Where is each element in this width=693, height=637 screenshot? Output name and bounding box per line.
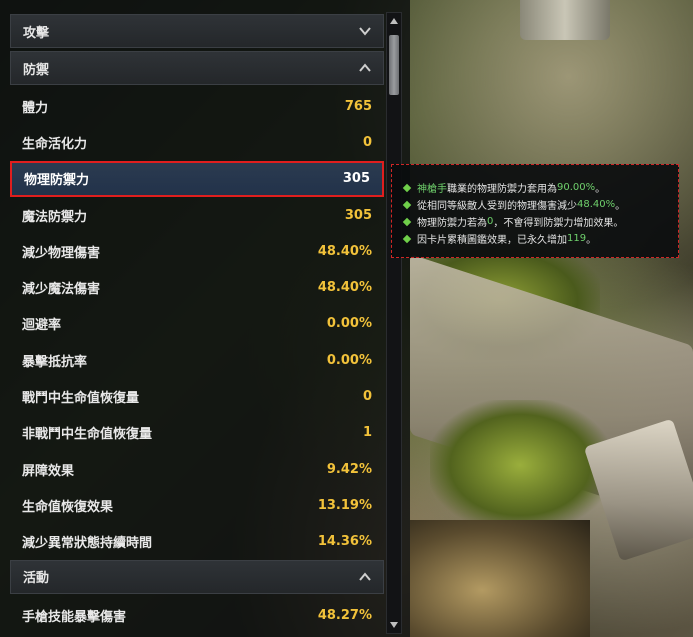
class-name: 神槍手 (417, 184, 447, 195)
tooltip-text: 。 (615, 201, 626, 212)
tooltip-text: ，不會得到防禦力增加效果。 (493, 218, 624, 229)
stat-label: 減少異常狀態持續時間 (22, 536, 153, 552)
stat-row[interactable]: 暴擊抵抗率 0.00% (10, 342, 384, 378)
tooltip-text: 職業的物理防禦力套用為 (447, 184, 557, 195)
stat-label: 減少魔法傷害 (22, 282, 101, 298)
stat-label: 戰鬥中生命值恢復量 (22, 391, 140, 407)
section-header-defense[interactable]: 防禦 (10, 51, 384, 85)
stat-label: 迴避率 (22, 318, 62, 334)
stat-label: 屏障效果 (22, 463, 75, 479)
stat-value: 13.19% (317, 497, 372, 513)
diamond-bullet-icon (402, 183, 412, 192)
stat-tooltip: 神槍手 職業的物理防禦力套用為 90.00% 。 從相同等級敵人受到的物理傷害減… (391, 164, 679, 258)
tooltip-number: 119 (567, 233, 587, 244)
stat-row[interactable]: 生命活化力 0 (10, 124, 384, 160)
tooltip-text: 因卡片累積圖鑑效果，已永久增加 (417, 235, 567, 246)
stat-label: 魔法防禦力 (22, 209, 88, 225)
stat-value: 0 (362, 389, 372, 405)
scenery-floor (410, 520, 590, 637)
tooltip-number: 90.00% (557, 182, 596, 193)
stat-row[interactable]: 迴避率 0.00% (10, 306, 384, 342)
scrollbar[interactable] (386, 12, 402, 634)
stat-row[interactable]: 體力 765 (10, 88, 384, 124)
stat-row[interactable]: 魔法防禦力 305 (10, 197, 384, 233)
stat-label: 生命值恢復效果 (22, 499, 114, 515)
section-header-activity[interactable]: 活動 (10, 559, 384, 594)
stats-list: 攻擊 防禦 體力 765 生命活化力 0 物理防禦力 305 魔法防禦力 305 (10, 14, 384, 633)
section-header-attack[interactable]: 攻擊 (10, 14, 384, 48)
tooltip-number: 48.40% (577, 199, 616, 210)
stat-label: 手槍技能暴擊傷害 (22, 609, 127, 625)
diamond-bullet-icon (402, 217, 412, 226)
stat-row[interactable]: 手槍技能暴擊傷害 48.27% (10, 597, 384, 633)
tooltip-line: 神槍手 職業的物理防禦力套用為 90.00% 。 (402, 179, 668, 196)
stat-label: 生命活化力 (22, 136, 88, 152)
stat-label: 體力 (22, 100, 49, 116)
stat-label: 非戰鬥中生命值恢復量 (22, 427, 153, 443)
section-title: 攻擊 (23, 25, 50, 41)
stat-value: 0.00% (326, 316, 372, 332)
stat-value: 0 (362, 134, 372, 150)
stat-label: 暴擊抵抗率 (22, 354, 88, 370)
stat-row[interactable]: 非戰鬥中生命值恢復量 1 (10, 415, 384, 451)
chevron-up-icon (359, 572, 371, 581)
stat-value: 305 (342, 171, 370, 187)
stat-label: 物理防禦力 (24, 173, 90, 189)
scenery-ruin-wall (410, 254, 693, 526)
stat-row[interactable]: 屏障效果 9.42% (10, 451, 384, 487)
stat-row-selected[interactable]: 物理防禦力 305 (10, 160, 384, 197)
stat-row[interactable]: 減少異常狀態持續時間 14.36% (10, 524, 384, 560)
tooltip-line: 物理防禦力若為 0 ，不會得到防禦力增加效果。 (402, 213, 668, 230)
scroll-down-arrow-icon[interactable] (388, 618, 400, 632)
stat-row[interactable]: 減少魔法傷害 48.40% (10, 269, 384, 305)
stat-row[interactable]: 生命值恢復效果 13.19% (10, 487, 384, 523)
tooltip-text: 物理防禦力若為 (417, 218, 487, 229)
stat-value: 305 (344, 207, 372, 223)
diamond-bullet-icon (402, 234, 412, 243)
stat-value: 1 (362, 425, 372, 441)
tooltip-text: 從相同等級敵人受到的物理傷害減少 (417, 201, 577, 212)
tooltip-text: 。 (586, 235, 597, 246)
diamond-bullet-icon (402, 200, 412, 209)
scroll-up-arrow-icon[interactable] (388, 14, 400, 28)
stat-value: 14.36% (317, 534, 372, 550)
stats-panel: 攻擊 防禦 體力 765 生命活化力 0 物理防禦力 305 魔法防禦力 305 (0, 0, 410, 637)
scenery-pillar (520, 0, 610, 40)
chevron-up-icon (359, 63, 371, 72)
stat-value: 0.00% (326, 352, 372, 368)
stat-value: 48.40% (317, 243, 372, 259)
tooltip-line: 因卡片累積圖鑑效果，已永久增加 119 。 (402, 230, 668, 247)
section-title: 活動 (23, 571, 50, 587)
scenery-stone (583, 418, 693, 562)
tooltip-text: 。 (595, 184, 606, 195)
section-title: 防禦 (23, 62, 50, 78)
scenery-foliage (430, 400, 610, 530)
scenery-foliage (400, 240, 600, 360)
scrollbar-thumb[interactable] (389, 35, 399, 95)
stat-value: 9.42% (326, 461, 372, 477)
stat-value: 48.27% (317, 607, 372, 623)
chevron-down-icon (359, 27, 371, 36)
tooltip-line: 從相同等級敵人受到的物理傷害減少 48.40% 。 (402, 196, 668, 213)
stat-value: 48.40% (317, 280, 372, 296)
stat-label: 減少物理傷害 (22, 245, 101, 261)
stat-row[interactable]: 戰鬥中生命值恢復量 0 (10, 378, 384, 414)
stat-row[interactable]: 減少物理傷害 48.40% (10, 233, 384, 269)
stat-value: 765 (344, 98, 372, 114)
